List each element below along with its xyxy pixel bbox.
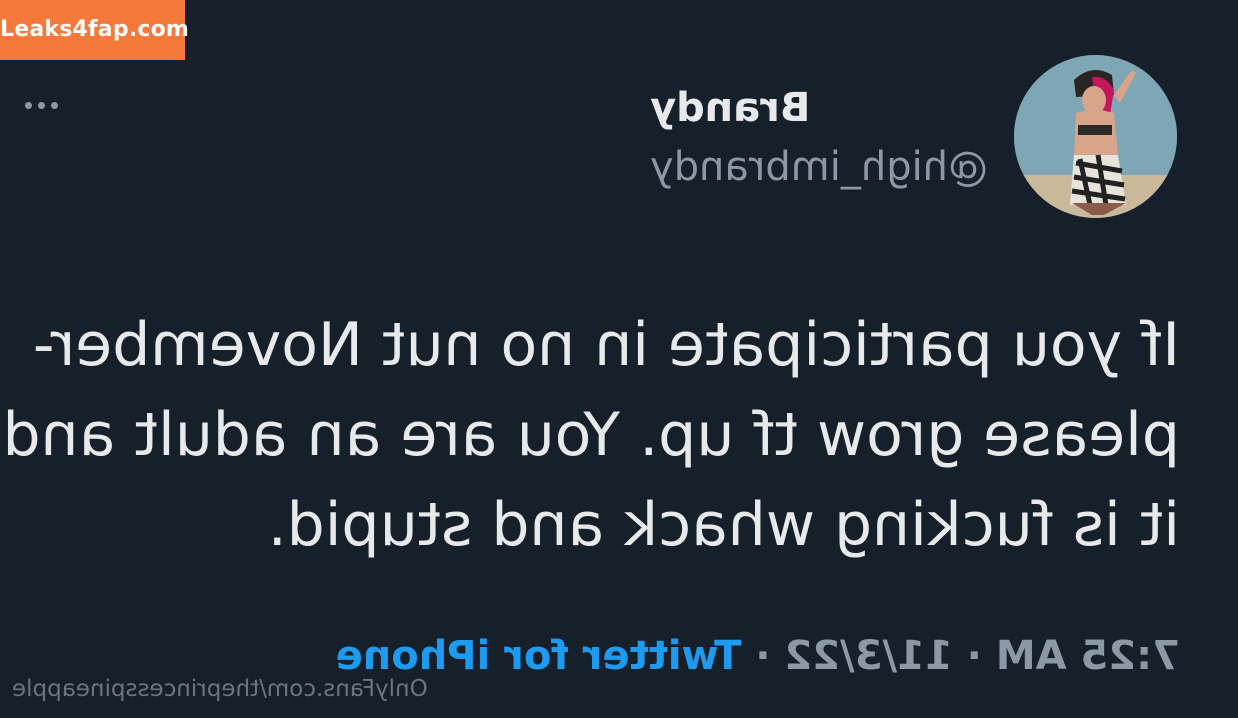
display-name[interactable]: Brandy xyxy=(650,80,988,136)
footer-watermark: OnlyFans.com/theprincesspineapple xyxy=(12,676,428,702)
meta-separator: · xyxy=(952,633,996,679)
tweet-text-line: please grow tf up. You are an adult and xyxy=(2,400,1180,470)
tweet-source-link[interactable]: Twitter for iPhone xyxy=(336,633,742,679)
tweet-time[interactable]: 7:25 AM xyxy=(996,633,1180,679)
tweet-date[interactable]: 11/3/22 xyxy=(784,633,952,679)
meta-separator: · xyxy=(741,633,785,679)
user-info: Brandy @high_imbrandy xyxy=(650,80,988,198)
user-handle[interactable]: @high_imbrandy xyxy=(650,136,988,198)
tweet-text: If you participate in no nut November- p… xyxy=(2,300,1180,570)
more-horizontal-icon-dot-3 xyxy=(50,101,58,109)
avatar-image xyxy=(1014,55,1177,218)
more-options-button[interactable] xyxy=(18,90,64,120)
tweet-text-line: If you participate in no nut November- xyxy=(32,310,1180,380)
watermark-badge: Leaks4fap.com xyxy=(0,0,189,60)
avatar[interactable] xyxy=(1014,55,1177,218)
tweet-text-line: it is fucking whack and stupid. xyxy=(267,490,1180,560)
tweet-meta: 7:25 AM · 11/3/22 · Twitter for iPhone xyxy=(330,628,1180,684)
more-horizontal-icon xyxy=(24,101,32,109)
more-horizontal-icon-dot-2 xyxy=(37,101,45,109)
